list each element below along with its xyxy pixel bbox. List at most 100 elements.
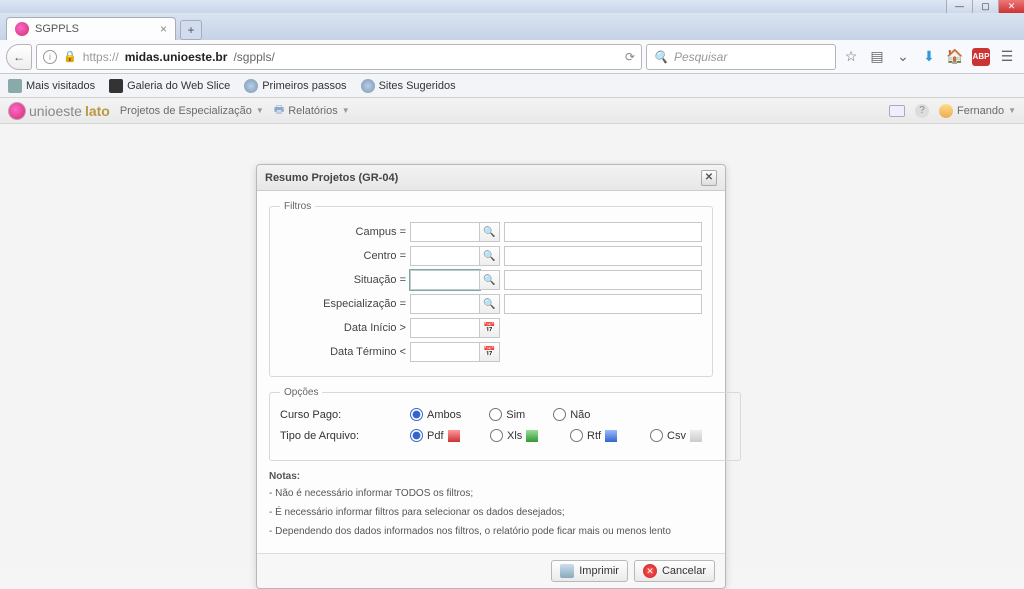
data-inicio-input[interactable] xyxy=(410,318,480,338)
bookmark-icon xyxy=(109,79,123,93)
library-icon[interactable]: ▤ xyxy=(866,46,888,68)
especializacao-lookup-button[interactable]: 🔍 xyxy=(480,294,500,314)
pocket-icon[interactable]: ⌄ xyxy=(892,46,914,68)
tipo-arquivo-label: Tipo de Arquivo: xyxy=(280,430,410,442)
menu-label: Projetos de Especialização xyxy=(120,105,252,117)
lock-icon: 🔒 xyxy=(63,50,77,63)
user-name: Fernando xyxy=(957,105,1004,117)
app-logo[interactable]: unioestelato xyxy=(8,102,110,120)
data-inicio-calendar-button[interactable]: 📅 xyxy=(480,318,500,338)
curso-pago-nao-option[interactable]: Não xyxy=(553,408,590,421)
modal-header[interactable]: Resumo Projetos (GR-04) ✕ xyxy=(257,165,725,191)
especializacao-desc-input[interactable] xyxy=(504,294,702,314)
curso-pago-ambos-option[interactable]: Ambos xyxy=(410,408,461,421)
modal-close-button[interactable]: ✕ xyxy=(701,170,717,186)
menu-hamburger-icon[interactable]: ☰ xyxy=(996,46,1018,68)
centro-lookup-button[interactable]: 🔍 xyxy=(480,246,500,266)
tipo-pdf-option[interactable]: Pdf xyxy=(410,429,490,442)
menu-label: Relatórios xyxy=(288,105,338,117)
tab-close-icon[interactable]: × xyxy=(160,22,167,36)
window-maximize-button[interactable]: ▢ xyxy=(972,0,998,13)
radio-csv[interactable] xyxy=(650,429,663,442)
bookmark-label: Mais visitados xyxy=(26,80,95,92)
centro-desc-input[interactable] xyxy=(504,246,702,266)
site-info-icon[interactable]: i xyxy=(43,50,57,64)
opcoes-legend: Opções xyxy=(280,387,322,398)
url-bar[interactable]: i 🔒 https://midas.unioeste.br/sgppls/ ⟳ xyxy=(36,44,642,70)
user-avatar-icon xyxy=(939,104,953,118)
tipo-xls-option[interactable]: Xls xyxy=(490,429,570,442)
notes-block: Notas: - Não é necessário informar TODOS… xyxy=(269,471,713,537)
user-menu[interactable]: Fernando ▼ xyxy=(939,104,1016,118)
menu-relatorios[interactable]: 🖶 Relatórios ▼ xyxy=(274,101,350,120)
option-label: Csv xyxy=(667,430,686,442)
bookmark-icon xyxy=(8,79,22,93)
campus-desc-input[interactable] xyxy=(504,222,702,242)
new-tab-button[interactable]: + xyxy=(180,20,202,40)
radio-pdf[interactable] xyxy=(410,429,423,442)
logo-mark-icon xyxy=(8,102,26,120)
home-icon[interactable]: 🏠 xyxy=(944,46,966,68)
tipo-rtf-option[interactable]: Rtf xyxy=(570,429,650,442)
radio-sim[interactable] xyxy=(489,408,502,421)
bookmark-item[interactable]: Mais visitados xyxy=(8,79,95,93)
option-label: Não xyxy=(570,409,590,421)
cancelar-button[interactable]: Cancelar xyxy=(634,560,715,582)
cancel-icon xyxy=(643,564,657,578)
window-close-button[interactable]: ✕ xyxy=(998,0,1024,13)
especializacao-code-input[interactable] xyxy=(410,294,480,314)
imprimir-button[interactable]: Imprimir xyxy=(551,560,628,582)
nav-back-button[interactable]: ← xyxy=(6,44,32,70)
xls-icon xyxy=(526,430,538,442)
especializacao-label: Especialização = xyxy=(280,298,410,310)
option-label: Xls xyxy=(507,430,522,442)
situacao-code-input[interactable] xyxy=(410,270,480,290)
option-label: Sim xyxy=(506,409,525,421)
reload-icon[interactable]: ⟳ xyxy=(625,50,635,64)
mail-icon[interactable] xyxy=(889,105,905,117)
radio-nao[interactable] xyxy=(553,408,566,421)
bookmark-item[interactable]: Primeiros passos xyxy=(244,79,346,93)
browser-search-box[interactable]: 🔍 Pesquisar xyxy=(646,44,836,70)
download-icon[interactable]: ⬇ xyxy=(918,46,940,68)
bookmark-label: Primeiros passos xyxy=(262,80,346,92)
data-termino-label: Data Término < xyxy=(280,346,410,358)
browser-nav-row: ← i 🔒 https://midas.unioeste.br/sgppls/ … xyxy=(0,40,1024,74)
abp-icon[interactable]: ABP xyxy=(970,46,992,68)
printer-icon: 🖶 xyxy=(274,101,284,120)
menu-projetos[interactable]: Projetos de Especialização ▼ xyxy=(120,105,264,117)
situacao-lookup-button[interactable]: 🔍 xyxy=(480,270,500,290)
data-inicio-label: Data Início > xyxy=(280,322,410,334)
radio-xls[interactable] xyxy=(490,429,503,442)
campus-lookup-button[interactable]: 🔍 xyxy=(480,222,500,242)
window-minimize-button[interactable]: — xyxy=(946,0,972,13)
modal-title: Resumo Projetos (GR-04) xyxy=(265,172,398,184)
logo-text-2: lato xyxy=(85,103,110,119)
radio-rtf[interactable] xyxy=(570,429,583,442)
centro-code-input[interactable] xyxy=(410,246,480,266)
filtros-fieldset: Filtros Campus = 🔍 Centro = 🔍 Situação = xyxy=(269,201,713,377)
campus-code-input[interactable] xyxy=(410,222,480,242)
note-line: - É necessário informar filtros para sel… xyxy=(269,507,713,518)
browser-tabstrip: SGPPLS × + xyxy=(0,13,1024,40)
curso-pago-sim-option[interactable]: Sim xyxy=(489,408,525,421)
note-line: - Dependendo dos dados informados nos fi… xyxy=(269,526,713,537)
bookmark-star-icon[interactable]: ☆ xyxy=(840,46,862,68)
pdf-icon xyxy=(448,430,460,442)
radio-ambos[interactable] xyxy=(410,408,423,421)
bookmark-label: Sites Sugeridos xyxy=(379,80,456,92)
bookmark-item[interactable]: Galeria do Web Slice xyxy=(109,79,230,93)
tab-favicon-icon xyxy=(15,22,29,36)
report-modal: Resumo Projetos (GR-04) ✕ Filtros Campus… xyxy=(256,164,726,589)
data-termino-input[interactable] xyxy=(410,342,480,362)
help-icon[interactable]: ? xyxy=(915,104,929,118)
url-protocol: https:// xyxy=(83,50,119,64)
situacao-desc-input[interactable] xyxy=(504,270,702,290)
window-titlebar: — ▢ ✕ xyxy=(0,0,1024,13)
browser-tab[interactable]: SGPPLS × xyxy=(6,17,176,40)
rtf-icon xyxy=(605,430,617,442)
tipo-csv-option[interactable]: Csv xyxy=(650,429,730,442)
bookmark-item[interactable]: Sites Sugeridos xyxy=(361,79,456,93)
option-label: Rtf xyxy=(587,430,601,442)
data-termino-calendar-button[interactable]: 📅 xyxy=(480,342,500,362)
